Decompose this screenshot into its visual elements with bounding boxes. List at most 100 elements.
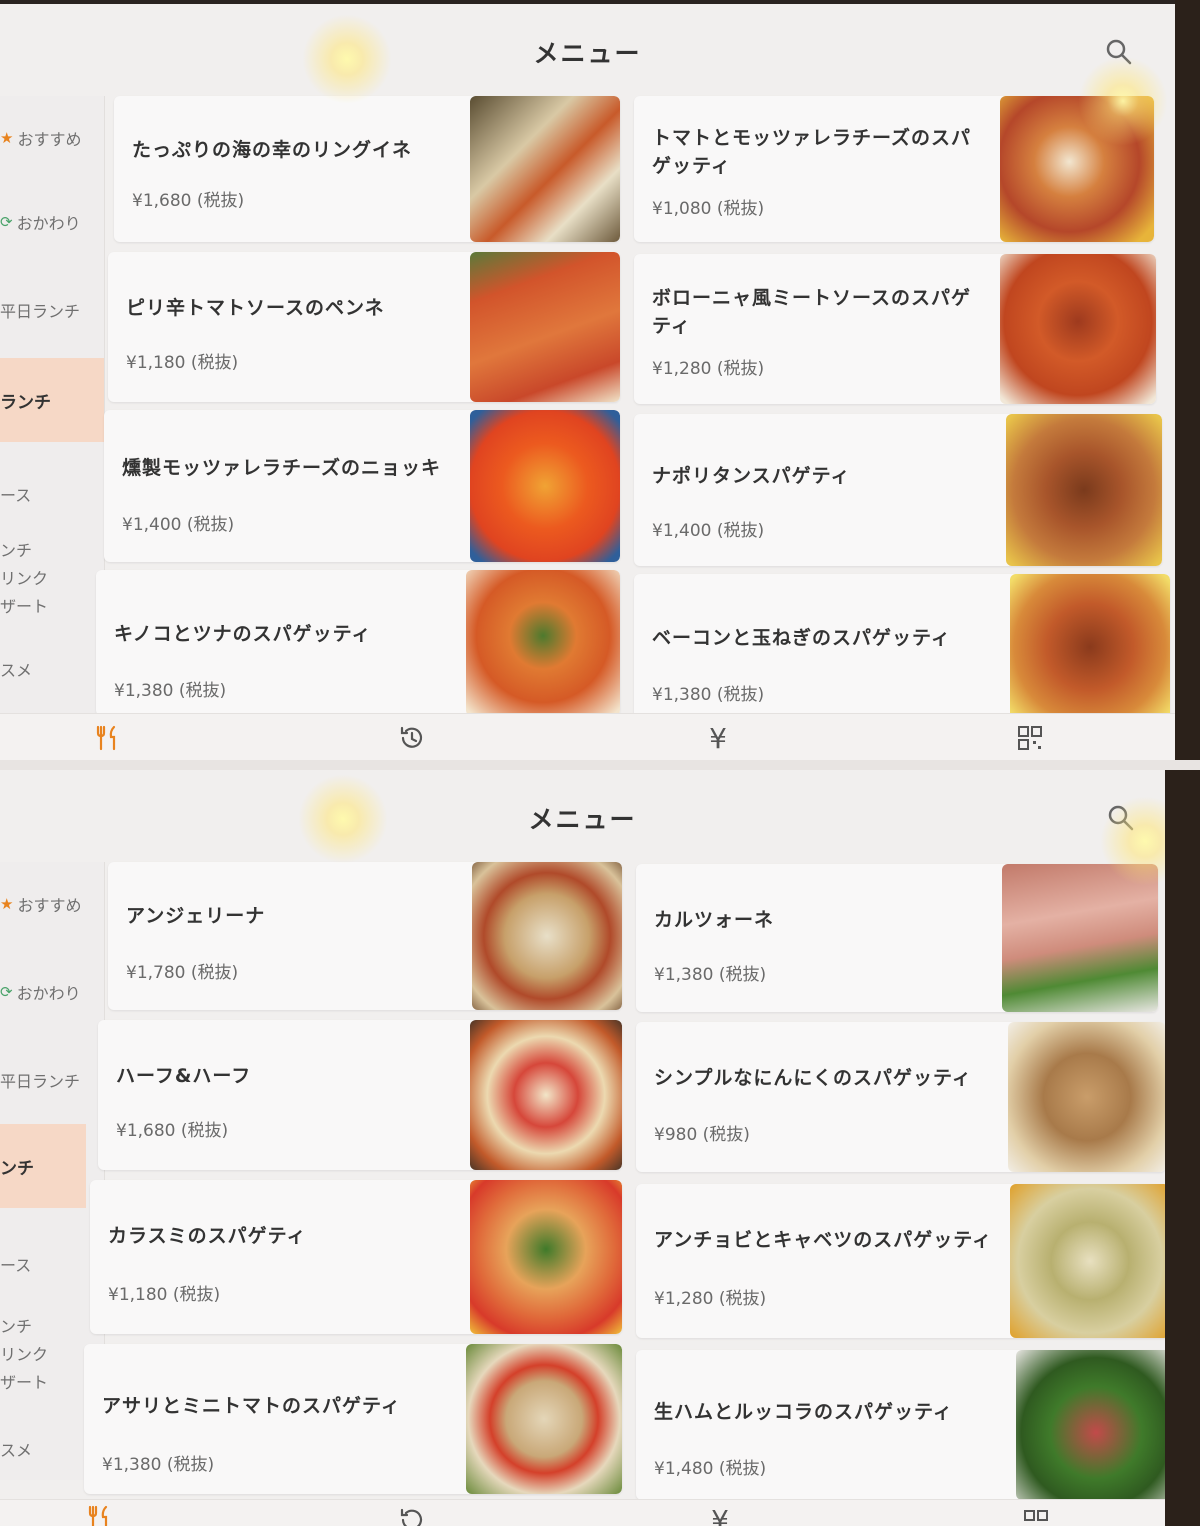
tab-qr[interactable]: [1016, 1506, 1056, 1526]
menu-item-card[interactable]: ナポリタンスパゲティ ¥1,400 (税抜): [634, 414, 1162, 566]
sidebar-item-weekday-lunch[interactable]: 平日ランチ: [0, 1038, 104, 1122]
menu-item-card[interactable]: たっぷりの海の幸のリングイネ ¥1,680 (税抜): [114, 96, 620, 242]
sidebar-item-dessert[interactable]: ザート: [0, 592, 104, 618]
tab-history[interactable]: [392, 1504, 432, 1526]
menu-item-card[interactable]: ベーコンと玉ねぎのスパゲッティ ¥1,380 (税抜): [634, 574, 1170, 720]
tomato-mozzarella-spaghetti-photo: [1000, 96, 1154, 242]
sidebar-item-course[interactable]: ース: [0, 1222, 104, 1306]
menu-item-name: 燻製モッツァレラチーズのニョッキ: [122, 457, 442, 479]
menu-item-price: ¥1,680 (税抜): [132, 191, 245, 211]
menu-item-card[interactable]: アンジェリーナ ¥1,780 (税抜): [108, 862, 622, 1010]
menu-item-card[interactable]: カルツォーネ ¥1,380 (税抜): [636, 864, 1158, 1012]
sidebar-item-recommended[interactable]: ★ おすすめ: [0, 96, 104, 180]
menu-item-name: キノコとツナのスパゲッティ: [114, 623, 372, 645]
sidebar-item-drink[interactable]: リンク: [0, 564, 104, 590]
karasumi-photo: [470, 1180, 622, 1334]
search-icon: [1106, 39, 1132, 65]
menu-item-price: ¥1,400 (税抜): [122, 515, 235, 535]
sidebar-item-lunch[interactable]: ンチ: [0, 1124, 86, 1208]
history-icon: [400, 1508, 423, 1526]
bacon-onion-photo: [1010, 574, 1170, 720]
sidebar-item-weekday-lunch[interactable]: 平日ランチ: [0, 268, 104, 352]
menu-item-price: ¥980 (税抜): [654, 1125, 750, 1145]
sidebar-item-label: ンチ: [0, 541, 33, 560]
sidebar-item-refill[interactable]: ⟳ おかわり: [0, 180, 104, 264]
sidebar-item-label: ザート: [0, 597, 49, 616]
sidebar-item-refill[interactable]: ⟳ おかわり: [0, 950, 104, 1034]
star-icon: ★: [0, 129, 14, 147]
menu-item-price: ¥1,380 (税抜): [102, 1455, 215, 1475]
sidebar-item-recommended[interactable]: ★ おすすめ: [0, 862, 104, 946]
sidebar-item-dinner[interactable]: ンチ: [0, 536, 104, 562]
search-button[interactable]: [1107, 804, 1135, 832]
sidebar-item-label: ース: [0, 1256, 32, 1275]
sidebar-item-course[interactable]: ース: [0, 452, 104, 536]
gnocchi-photo: [470, 410, 620, 562]
menu-item-name: 生ハムとルッコラのスパゲッティ: [654, 1401, 953, 1423]
ham-arugula-photo: [1016, 1350, 1165, 1500]
fork-knife-icon: [96, 725, 116, 751]
menu-item-name-line: ティ: [652, 315, 691, 337]
sidebar-item-dinner[interactable]: ンチ: [0, 1312, 104, 1338]
bottom-tab-bar: ¥: [0, 1499, 1165, 1526]
tab-checkout[interactable]: ¥: [698, 722, 738, 755]
menu-item-name: カルツォーネ: [654, 909, 775, 931]
menu-item-name: アサリとミニトマトのスパゲティ: [102, 1395, 401, 1417]
menu-item-card[interactable]: カラスミのスパゲティ ¥1,180 (税抜): [90, 1180, 622, 1334]
sidebar-item-label: スメ: [0, 1441, 33, 1460]
menu-item-card[interactable]: キノコとツナのスパゲッティ ¥1,380 (税抜): [96, 570, 620, 716]
yen-icon: ¥: [711, 1503, 729, 1526]
sidebar-item-label: ンチ: [0, 1158, 34, 1179]
bolognese-photo: [1000, 254, 1156, 404]
sidebar-item-label: スメ: [0, 661, 33, 680]
menu-item-card[interactable]: シンプルなにんにくのスパゲッティ ¥980 (税抜): [636, 1022, 1165, 1172]
menu-item-name: カラスミのスパゲティ: [108, 1225, 307, 1247]
qr-code-icon: [1024, 1510, 1048, 1521]
menu-item-card[interactable]: ピリ辛トマトソースのペンネ ¥1,180 (税抜): [108, 252, 620, 402]
menu-item-name: ボローニャ風ミートソースのスパゲ ティ: [652, 284, 971, 340]
sidebar-item-label: リンク: [0, 1345, 49, 1364]
menu-item-card[interactable]: ハーフ&ハーフ ¥1,680 (税抜): [98, 1020, 622, 1170]
sidebar-item-label: おかわり: [16, 984, 81, 1003]
menu-item-price: ¥1,780 (税抜): [126, 963, 239, 983]
menu-item-price: ¥1,080 (税抜): [652, 199, 765, 219]
tab-checkout[interactable]: ¥: [700, 1504, 740, 1526]
device-bezel: [1175, 0, 1200, 760]
menu-item-card[interactable]: 燻製モッツァレラチーズのニョッキ ¥1,400 (税抜): [104, 410, 620, 562]
napolitan-photo: [1006, 414, 1162, 566]
menu-item-price: ¥1,180 (税抜): [108, 1285, 221, 1305]
menu-item-card[interactable]: アンチョビとキャベツのスパゲッティ ¥1,280 (税抜): [636, 1184, 1165, 1338]
sidebar-item-lunch[interactable]: ランチ: [0, 358, 104, 442]
tab-qr[interactable]: [1010, 722, 1050, 754]
menu-item-card[interactable]: アサリとミニトマトのスパゲティ ¥1,380 (税抜): [84, 1344, 622, 1494]
tab-history[interactable]: [392, 722, 432, 754]
sidebar-item-label: 平日ランチ: [0, 302, 81, 321]
tab-menu[interactable]: [80, 1502, 120, 1526]
menu-item-card[interactable]: トマトとモッツァレラチーズのスパ ゲッティ ¥1,080 (税抜): [634, 96, 1154, 242]
tab-menu[interactable]: [88, 722, 128, 754]
anchovy-cabbage-photo: [1010, 1184, 1165, 1338]
menu-item-price: ¥1,180 (税抜): [126, 353, 239, 373]
refill-icon: ⟳: [0, 983, 13, 1001]
seafood-linguine-photo: [470, 96, 620, 242]
menu-item-name: ハーフ&ハーフ: [116, 1065, 252, 1087]
screenshot-divider: [0, 760, 1200, 770]
menu-item-name: アンジェリーナ: [126, 905, 266, 927]
search-button[interactable]: [1105, 38, 1133, 66]
menu-item-card[interactable]: 生ハムとルッコラのスパゲッティ ¥1,480 (税抜): [636, 1350, 1165, 1500]
menu-item-name: ピリ辛トマトソースのペンネ: [126, 297, 385, 319]
sidebar-item-label: おすすめ: [17, 130, 82, 149]
sidebar-item-label: ース: [0, 486, 32, 505]
refill-icon: ⟳: [0, 213, 13, 231]
category-sidebar: ★ おすすめ ⟳ おかわり 平日ランチ ランチ ース ンチ リンク ザート スメ: [0, 96, 105, 714]
menu-item-name: アンチョビとキャベツのスパゲッティ: [654, 1229, 993, 1251]
menu-item-price: ¥1,480 (税抜): [654, 1459, 767, 1479]
menu-item-card[interactable]: ボローニャ風ミートソースのスパゲ ティ ¥1,280 (税抜): [634, 254, 1156, 404]
menu-item-price: ¥1,680 (税抜): [116, 1121, 229, 1141]
sidebar-item-label: ンチ: [0, 1317, 33, 1336]
menu-item-price: ¥1,380 (税抜): [114, 681, 227, 701]
sidebar-item-osusume[interactable]: スメ: [0, 656, 104, 682]
menu-item-name: たっぷりの海の幸のリングイネ: [132, 139, 413, 161]
menu-item-price: ¥1,280 (税抜): [652, 359, 765, 379]
sidebar-item-label: ザート: [0, 1373, 49, 1392]
